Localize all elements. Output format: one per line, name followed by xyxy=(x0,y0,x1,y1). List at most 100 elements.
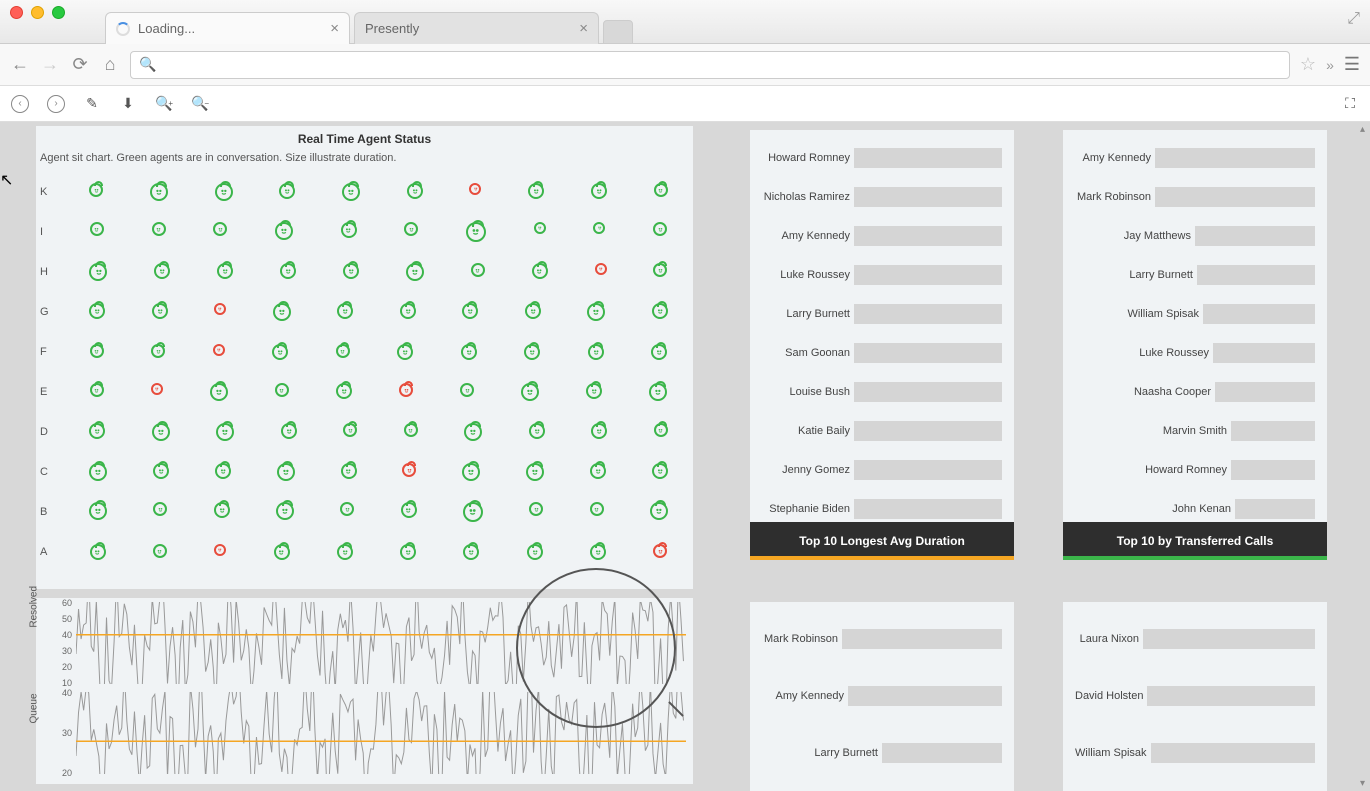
agent-icon[interactable] xyxy=(215,463,231,479)
list-row[interactable]: Sam Goonan xyxy=(762,333,1002,372)
agent-icon[interactable] xyxy=(404,222,418,236)
tab-close-icon[interactable]: × xyxy=(579,20,588,37)
list-row[interactable]: Jay Matthews xyxy=(1075,216,1315,255)
tab-presently[interactable]: Presently × xyxy=(354,12,599,44)
agent-icon[interactable] xyxy=(336,383,352,399)
zoom-in-button[interactable]: 🔍+ xyxy=(154,94,174,114)
agent-icon[interactable] xyxy=(210,383,228,401)
agent-icon[interactable] xyxy=(277,463,295,481)
agent-icon[interactable] xyxy=(400,544,416,560)
next-page-button[interactable]: › xyxy=(46,94,66,114)
agent-icon[interactable] xyxy=(466,222,486,242)
bookmark-star-icon[interactable]: ☆ xyxy=(1300,54,1316,75)
list-row[interactable]: William Spisak xyxy=(1075,294,1315,333)
agent-icon[interactable] xyxy=(652,463,668,479)
agent-icon[interactable] xyxy=(469,183,481,195)
hamburger-menu-icon[interactable]: ☰ xyxy=(1344,54,1360,75)
agent-icon[interactable] xyxy=(154,263,170,279)
agent-icon[interactable] xyxy=(214,303,226,315)
list-row[interactable]: Katie Baily xyxy=(762,411,1002,450)
zoom-out-button[interactable]: 🔍− xyxy=(190,94,210,114)
window-close-button[interactable] xyxy=(10,6,23,19)
agent-icon[interactable] xyxy=(340,502,354,516)
agent-icon[interactable] xyxy=(653,222,667,236)
list-row[interactable]: Nicholas Ramirez xyxy=(762,177,1002,216)
agent-icon[interactable] xyxy=(399,383,413,397)
scrollbar[interactable]: ▴ ▾ xyxy=(1358,122,1370,791)
window-maximize-button[interactable] xyxy=(52,6,65,19)
tab-loading[interactable]: Loading... × xyxy=(105,12,350,44)
agent-icon[interactable] xyxy=(593,222,605,234)
window-minimize-button[interactable] xyxy=(31,6,44,19)
agent-icon[interactable] xyxy=(275,222,293,240)
back-button[interactable]: ← xyxy=(10,55,30,75)
agent-icon[interactable] xyxy=(461,344,477,360)
agent-icon[interactable] xyxy=(529,423,545,439)
agent-icon[interactable] xyxy=(649,383,667,401)
edit-button[interactable]: ✎ xyxy=(82,94,102,114)
agent-icon[interactable] xyxy=(407,183,423,199)
agent-icon[interactable] xyxy=(151,344,165,358)
agent-icon[interactable] xyxy=(90,222,104,236)
list-row[interactable]: Mark Robinson xyxy=(762,610,1002,667)
agent-icon[interactable] xyxy=(525,303,541,319)
agent-icon[interactable] xyxy=(341,222,357,238)
agent-icon[interactable] xyxy=(336,344,350,358)
agent-icon[interactable] xyxy=(342,183,360,201)
reload-button[interactable]: ⟳ xyxy=(70,55,90,75)
agent-icon[interactable] xyxy=(273,303,291,321)
list-row[interactable]: Amy Kennedy xyxy=(1075,138,1315,177)
agent-icon[interactable] xyxy=(524,344,540,360)
agent-icon[interactable] xyxy=(462,303,478,319)
agent-icon[interactable] xyxy=(153,463,169,479)
agent-icon[interactable] xyxy=(216,423,234,441)
scroll-up-icon[interactable]: ▴ xyxy=(1360,124,1365,135)
agent-icon[interactable] xyxy=(272,344,288,360)
agent-icon[interactable] xyxy=(213,344,225,356)
agent-icon[interactable] xyxy=(276,502,294,520)
download-button[interactable]: ⬇ xyxy=(118,94,138,114)
list-row[interactable]: Jenny Gomez xyxy=(762,450,1002,489)
agent-icon[interactable] xyxy=(404,423,418,437)
agent-icon[interactable] xyxy=(89,423,105,439)
agent-icon[interactable] xyxy=(90,544,106,560)
agent-icon[interactable] xyxy=(214,544,226,556)
list-row[interactable]: Amy Kennedy xyxy=(762,667,1002,724)
agent-icon[interactable] xyxy=(588,344,604,360)
fullscreen-icon[interactable]: ⤢ xyxy=(1347,10,1360,28)
agent-icon[interactable] xyxy=(590,502,604,516)
agent-icon[interactable] xyxy=(460,383,474,397)
list-row[interactable]: Mark Robinson xyxy=(1075,177,1315,216)
agent-icon[interactable] xyxy=(591,183,607,199)
agent-icon[interactable] xyxy=(343,263,359,279)
agent-icon[interactable] xyxy=(152,222,166,236)
agent-icon[interactable] xyxy=(526,463,544,481)
list-row[interactable]: Larry Burnett xyxy=(1075,255,1315,294)
agent-icon[interactable] xyxy=(214,502,230,518)
tab-close-icon[interactable]: × xyxy=(330,20,339,37)
agent-icon[interactable] xyxy=(337,544,353,560)
agent-icon[interactable] xyxy=(337,303,353,319)
agent-icon[interactable] xyxy=(89,303,105,319)
agent-icon[interactable] xyxy=(343,423,357,437)
agent-icon[interactable] xyxy=(281,423,297,439)
agent-icon[interactable] xyxy=(215,183,233,201)
overflow-chevron-icon[interactable]: » xyxy=(1326,57,1334,73)
agent-icon[interactable] xyxy=(90,344,104,358)
agent-icon[interactable] xyxy=(280,263,296,279)
list-row[interactable]: David Holsten xyxy=(1075,667,1315,724)
agent-icon[interactable] xyxy=(521,383,539,401)
agent-icon[interactable] xyxy=(650,502,668,520)
agent-icon[interactable] xyxy=(587,303,605,321)
agent-icon[interactable] xyxy=(151,383,163,395)
list-row[interactable]: Naasha Cooper xyxy=(1075,372,1315,411)
list-row[interactable]: Larry Burnett xyxy=(762,294,1002,333)
list-row[interactable]: Laura Nixon xyxy=(1075,610,1315,667)
agent-icon[interactable] xyxy=(89,502,107,520)
list-row[interactable]: Marvin Smith xyxy=(1075,411,1315,450)
expand-button[interactable]: ⛶ xyxy=(1340,94,1360,114)
agent-icon[interactable] xyxy=(529,502,543,516)
agent-icon[interactable] xyxy=(532,263,548,279)
list-row[interactable]: Amy Kennedy xyxy=(762,216,1002,255)
agent-icon[interactable] xyxy=(654,183,668,197)
